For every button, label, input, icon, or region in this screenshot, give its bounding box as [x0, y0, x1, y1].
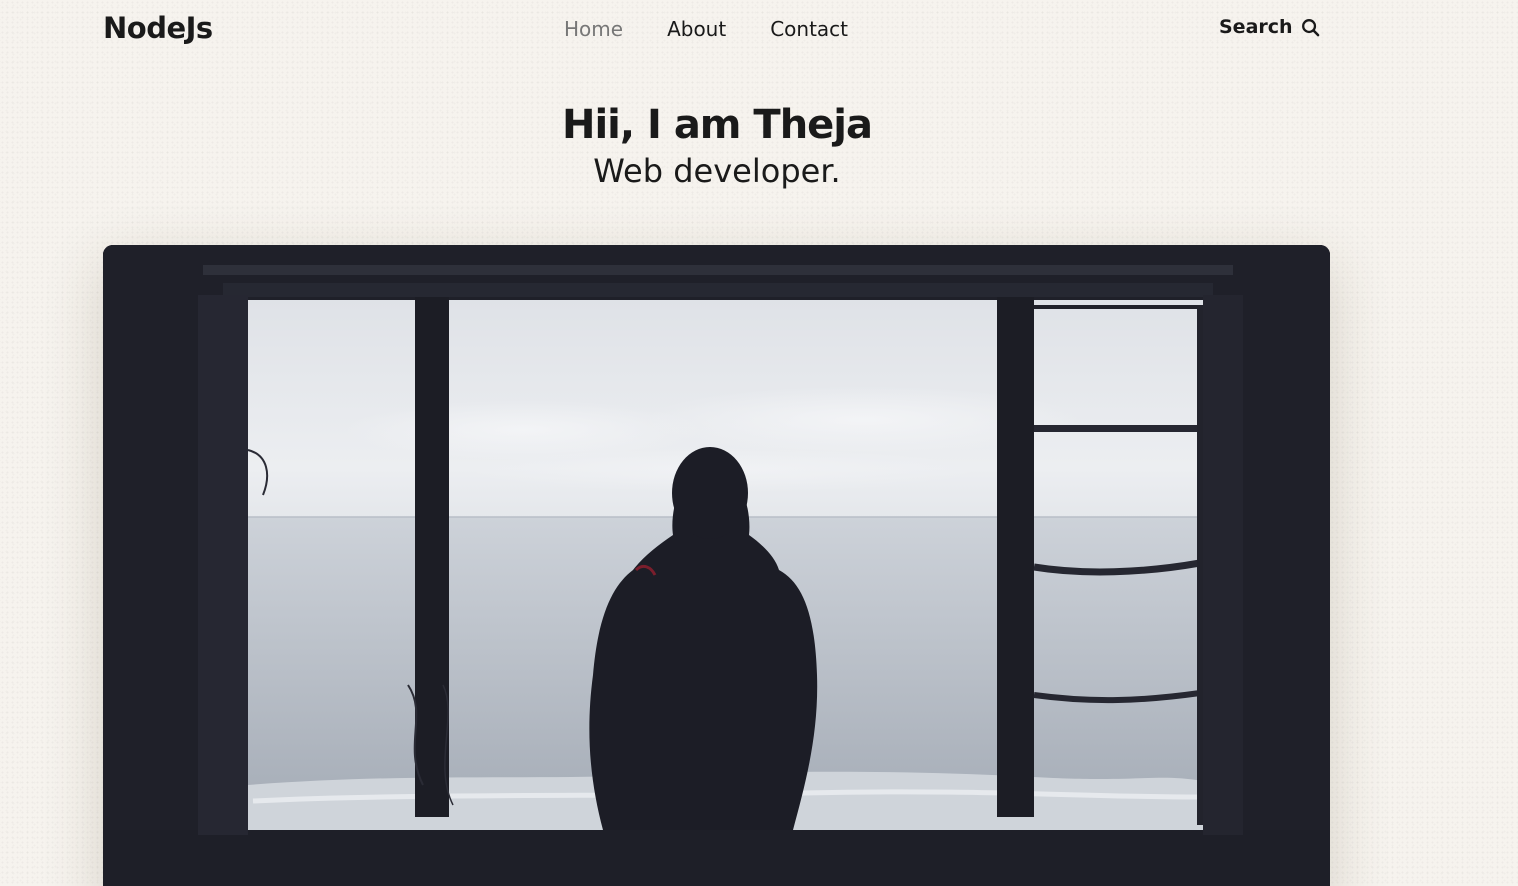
nav-item-contact: Contact — [770, 17, 848, 41]
hero-photo-window-sea — [103, 245, 1330, 886]
nav-link-contact[interactable]: Contact — [770, 17, 848, 41]
hero-image — [103, 245, 1330, 886]
nav-item-about: About — [667, 17, 770, 41]
nav-item-home: Home — [564, 17, 667, 41]
site-header: NodeJs Home About Contact Search — [0, 0, 1518, 60]
search-button[interactable]: Search — [1219, 16, 1320, 38]
hero-title: Hii, I am Theja — [561, 102, 873, 148]
nav-link-home[interactable]: Home — [564, 17, 623, 41]
main-nav: Home About Contact — [564, 17, 848, 41]
search-label: Search — [1219, 16, 1293, 38]
search-icon — [1301, 18, 1319, 36]
site-logo[interactable]: NodeJs — [103, 11, 213, 45]
hero-section: Hii, I am Theja Web developer. — [0, 100, 1434, 192]
hero-subtitle: Web developer. — [593, 152, 841, 190]
nav-link-about[interactable]: About — [667, 17, 726, 41]
